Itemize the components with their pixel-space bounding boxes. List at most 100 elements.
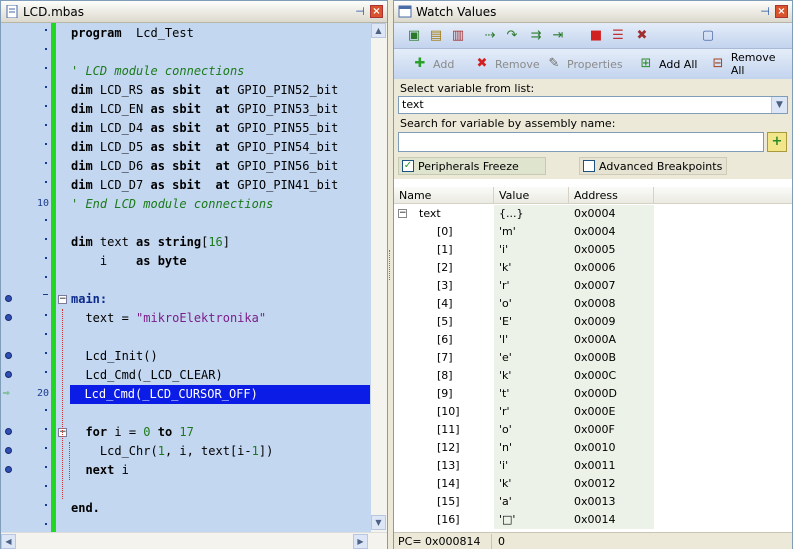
add-button[interactable]: ✚ Add <box>412 55 455 73</box>
gutter-line[interactable] <box>1 499 51 518</box>
jump-icon[interactable]: ⇉ <box>528 28 544 44</box>
breakpoint-icon[interactable] <box>5 447 12 454</box>
code-line[interactable]: i as byte <box>71 252 187 271</box>
gutter-line[interactable] <box>1 271 51 290</box>
table-row[interactable]: [15]'a' 0x0013 <box>394 493 792 511</box>
editor-horizontal-scrollbar[interactable]: ◀ ▶ <box>1 532 387 549</box>
code-line[interactable]: dim LCD_D5 as sbit at GPIO_PIN54_bit <box>71 138 338 157</box>
code-line[interactable]: Lcd_Init() <box>71 347 157 366</box>
variable-select[interactable]: text ▼ <box>398 96 788 114</box>
scroll-left-icon[interactable]: ◀ <box>1 534 16 549</box>
gutter-line[interactable] <box>1 480 51 499</box>
gutter-line[interactable]: 20 ⇨ <box>1 385 51 404</box>
table-row[interactable]: [1]'i' 0x0005 <box>394 241 792 259</box>
gutter-line[interactable] <box>1 461 51 480</box>
remove-all-button[interactable]: ⊟ Remove All <box>710 51 792 77</box>
breakpoint-icon[interactable] <box>5 428 12 435</box>
scroll-up-icon[interactable]: ▲ <box>371 23 386 38</box>
code-line[interactable]: ' LCD module connections <box>71 62 244 81</box>
window-icon[interactable]: ▢ <box>700 28 716 44</box>
close-editor-button[interactable]: × <box>370 5 383 18</box>
table-row[interactable]: [6]'l' 0x000A <box>394 331 792 349</box>
table-row[interactable]: [12]'n' 0x0010 <box>394 439 792 457</box>
add-all-button[interactable]: ⊞ Add All <box>638 55 698 73</box>
chevron-down-icon[interactable]: ▼ <box>771 97 787 113</box>
pin-icon[interactable]: ⊣ <box>354 5 366 18</box>
code-line[interactable]: program Lcd_Test <box>71 24 194 43</box>
table-row[interactable]: [0]'m' 0x0004 <box>394 223 792 241</box>
clear-breakpoints-icon[interactable]: ✖ <box>634 28 650 44</box>
table-row[interactable]: [13]'i' 0x0011 <box>394 457 792 475</box>
gutter-line[interactable] <box>1 81 51 100</box>
scroll-right-icon[interactable]: ▶ <box>353 534 368 549</box>
add-variable-button[interactable]: + <box>767 132 787 152</box>
breakpoint-icon[interactable] <box>5 371 12 378</box>
gutter-line[interactable] <box>1 157 51 176</box>
column-address[interactable]: Address <box>569 187 654 204</box>
advanced-breakpoints-checkbox[interactable]: Advanced Breakpoints <box>579 157 727 175</box>
breakpoint-icon[interactable] <box>5 295 12 302</box>
gutter-line[interactable] <box>1 138 51 157</box>
breakpoint-icon[interactable] <box>5 466 12 473</box>
stop-icon[interactable]: ⇥ <box>550 28 566 44</box>
gutter-line[interactable] <box>1 176 51 195</box>
code-line[interactable]: dim LCD_D7 as sbit at GPIO_PIN41_bit <box>71 176 338 195</box>
table-row[interactable]: [7]'e' 0x000B <box>394 349 792 367</box>
code-line[interactable]: text = "mikroElektronika" <box>71 309 266 328</box>
table-row-root[interactable]: − text {...} 0x0004 <box>394 205 792 223</box>
gutter-line[interactable] <box>1 43 51 62</box>
gutter-line[interactable] <box>1 290 51 309</box>
code-line[interactable]: dim LCD_D4 as sbit at GPIO_PIN55_bit <box>71 119 338 138</box>
gutter-line[interactable] <box>1 233 51 252</box>
code-editor[interactable]: 10 20 ⇨ − − program Lcd_Test ' LCD module co… <box>1 23 371 532</box>
code-line[interactable]: dim LCD_EN as sbit at GPIO_PIN53_bit <box>71 100 338 119</box>
gutter-line[interactable] <box>1 442 51 461</box>
breakpoints-list-icon[interactable]: ☰ <box>610 28 626 44</box>
column-name[interactable]: Name <box>394 187 494 204</box>
toggle-breakpoint-icon[interactable]: ■ <box>588 28 604 44</box>
fold-collapse-icon[interactable]: − <box>58 295 67 304</box>
properties-button[interactable]: ✎ Properties <box>546 55 623 73</box>
pin-icon[interactable]: ⊣ <box>759 5 771 18</box>
breakpoint-icon[interactable] <box>5 314 12 321</box>
code-line[interactable]: dim text as string[16] <box>71 233 230 252</box>
code-line[interactable]: Lcd_Chr(1, i, text[i-1]) <box>71 442 273 461</box>
table-row[interactable]: [16] '□' 0x0014 <box>394 511 792 529</box>
line-gutter[interactable]: 10 20 ⇨ <box>1 23 51 532</box>
table-row[interactable]: [14]'k' 0x0012 <box>394 475 792 493</box>
table-row[interactable]: [2]'k' 0x0006 <box>394 259 792 277</box>
run-to-cursor-icon[interactable]: ↷ <box>504 28 520 44</box>
gutter-line[interactable]: 10 <box>1 195 51 214</box>
step-out-icon[interactable]: ⇢ <box>482 28 498 44</box>
code-line[interactable]: dim LCD_RS as sbit at GPIO_PIN52_bit <box>71 81 338 100</box>
table-row[interactable]: [3]'r' 0x0007 <box>394 277 792 295</box>
column-value[interactable]: Value <box>494 187 569 204</box>
gutter-line[interactable] <box>1 100 51 119</box>
code-line[interactable]: for i = 0 to 17 <box>71 423 193 442</box>
gutter-line[interactable] <box>1 24 51 43</box>
gutter-line[interactable] <box>1 404 51 423</box>
table-row[interactable]: [5] 'E' 0x0009 <box>394 313 792 331</box>
gutter-line[interactable] <box>1 366 51 385</box>
code-line[interactable]: ' End LCD module connections <box>71 195 273 214</box>
gutter-line[interactable] <box>1 309 51 328</box>
table-row[interactable]: [8]'k' 0x000C <box>394 367 792 385</box>
table-row[interactable]: [9]'t' 0x000D <box>394 385 792 403</box>
gutter-line[interactable] <box>1 328 51 347</box>
table-row[interactable]: [10]'r' 0x000E <box>394 403 792 421</box>
code-line[interactable]: Lcd_Cmd(_LCD_CLEAR) <box>71 366 222 385</box>
gutter-line[interactable] <box>1 252 51 271</box>
collapse-icon[interactable]: − <box>398 209 407 218</box>
gutter-line[interactable] <box>1 62 51 81</box>
gutter-line[interactable] <box>1 347 51 366</box>
code-line[interactable]: main: <box>71 290 107 309</box>
watch-values-grid[interactable]: Name Value Address − text {...} 0x0004 [… <box>394 187 792 532</box>
gutter-line[interactable] <box>1 518 51 532</box>
fold-margin[interactable]: − − <box>56 23 70 532</box>
table-row[interactable]: [4]'o' 0x0008 <box>394 295 792 313</box>
scroll-down-icon[interactable]: ▼ <box>371 515 386 530</box>
code-line[interactable]: dim LCD_D6 as sbit at GPIO_PIN56_bit <box>71 157 338 176</box>
peripherals-freeze-checkbox[interactable]: ✓ Peripherals Freeze <box>398 157 546 175</box>
code-line[interactable]: next i <box>71 461 128 480</box>
remove-button[interactable]: ✖ Remove <box>474 55 540 73</box>
